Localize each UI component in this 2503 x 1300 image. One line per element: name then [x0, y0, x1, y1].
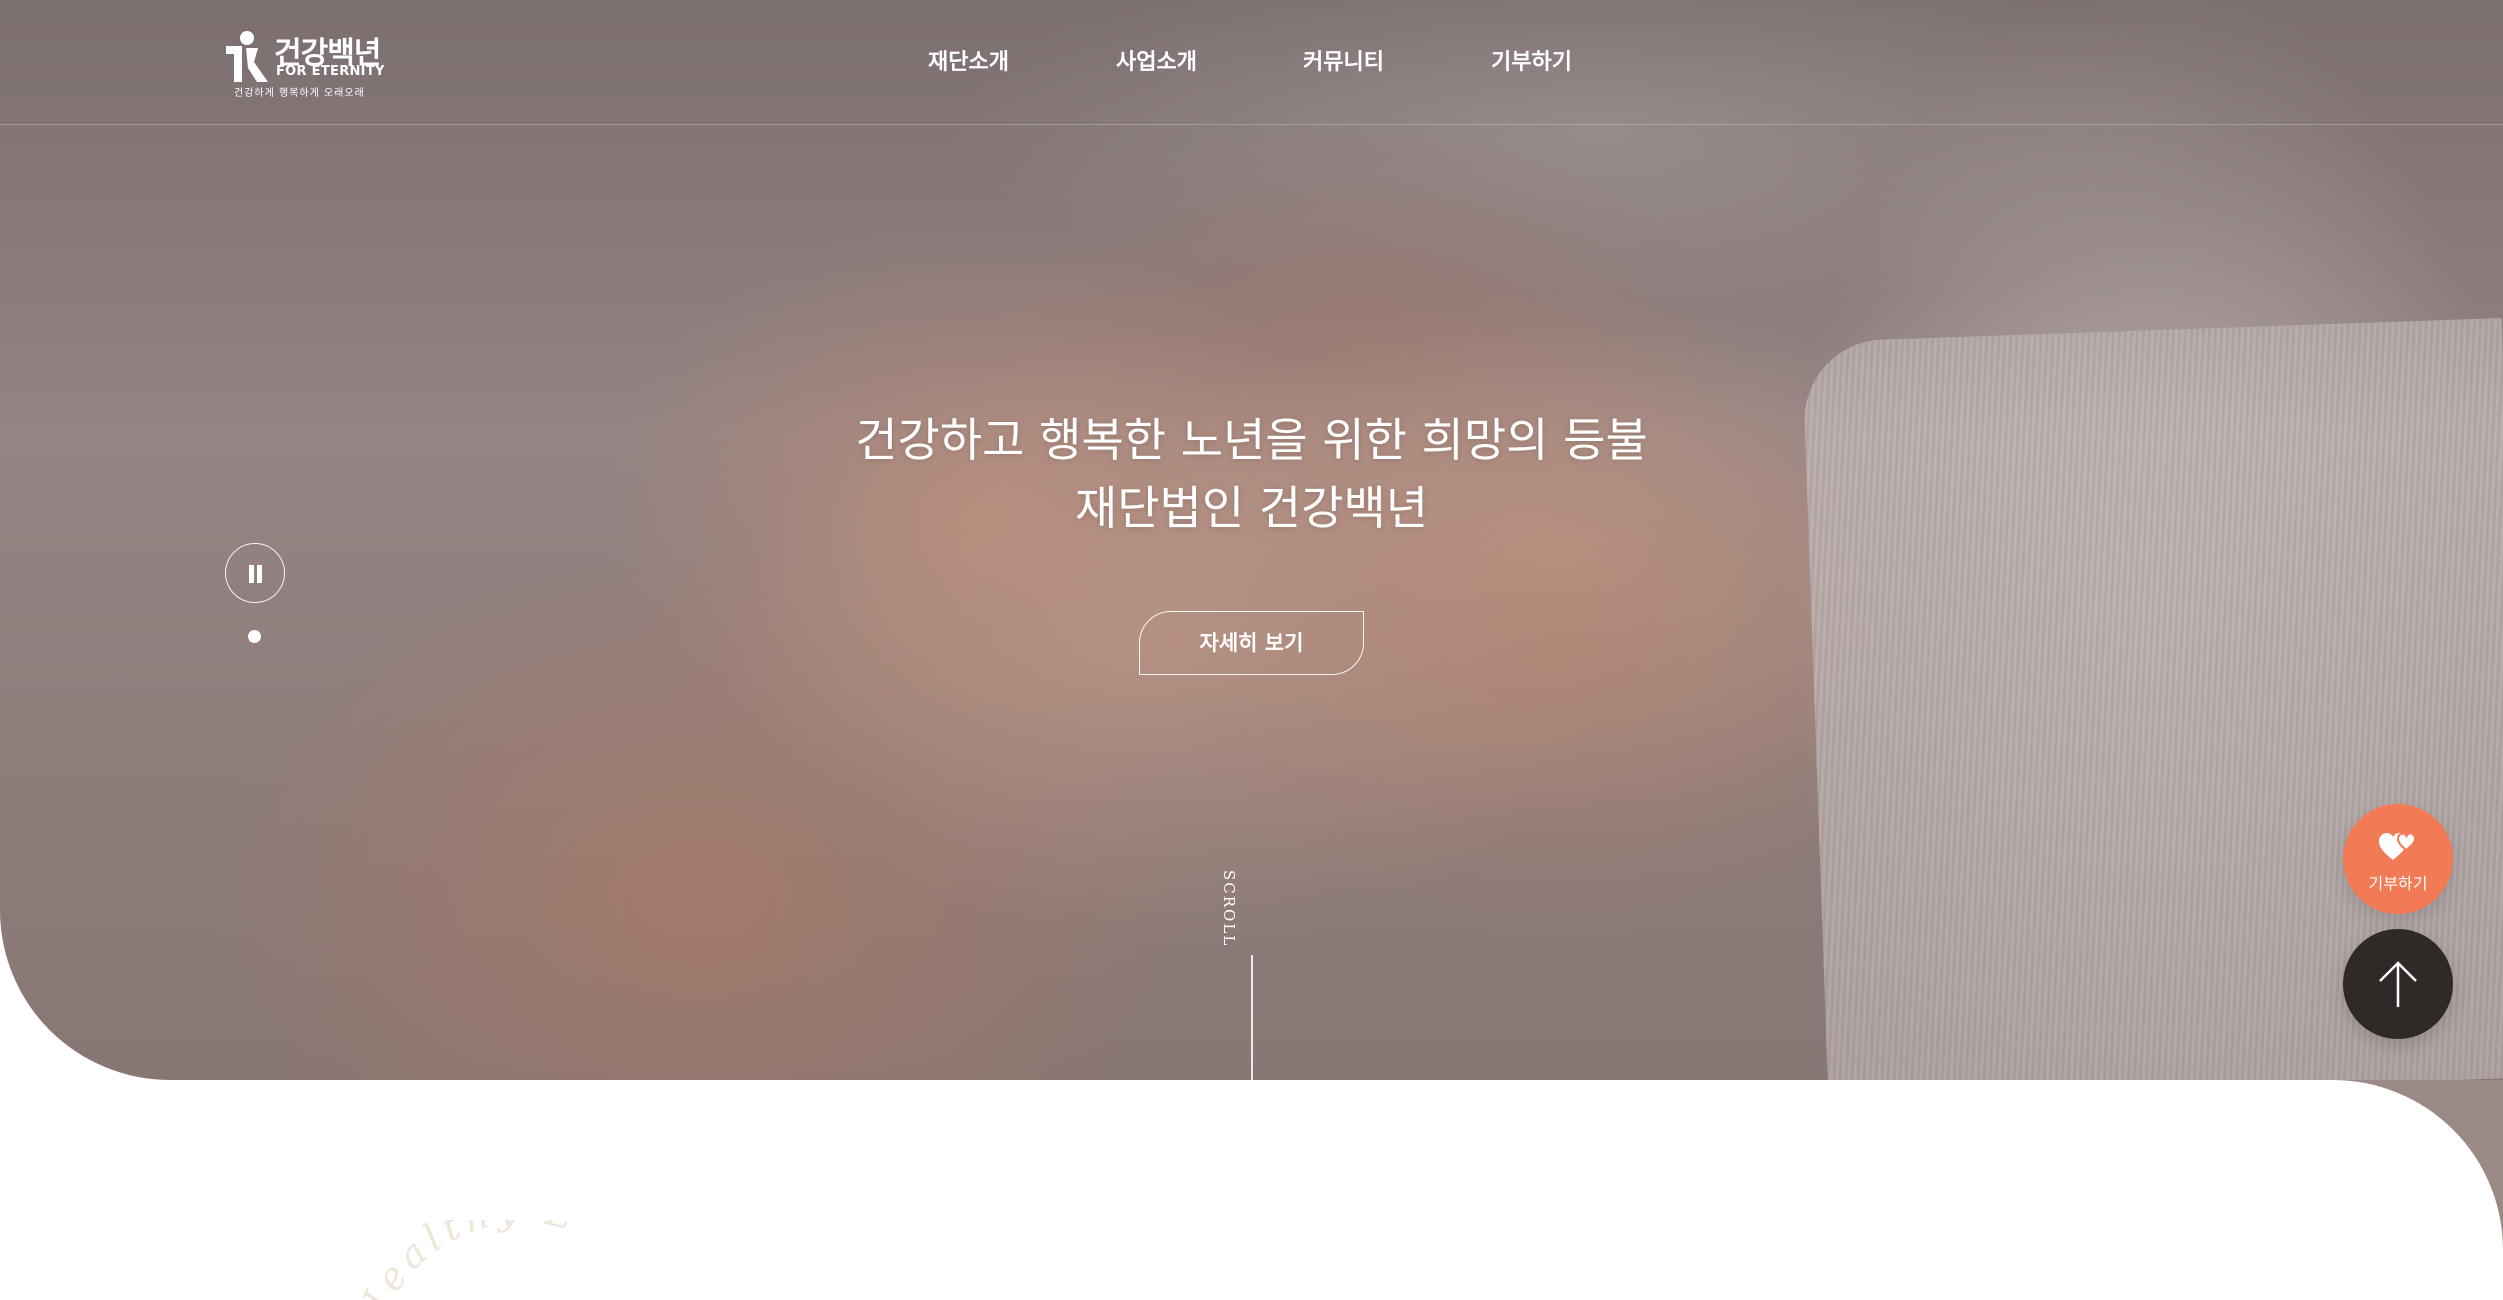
decorative-arc-text: Healthy L — [360, 1220, 582, 1300]
svg-text:Healthy L: Healthy L — [360, 1220, 582, 1300]
nav-item-business[interactable]: 사업소개 — [1116, 44, 1197, 76]
site-header: 건강백년 FOR ETERNITY 건강하게 행복하게 오래오래 재단소개 사업… — [0, 0, 2503, 125]
donate-floating-label: 기부하기 — [2368, 874, 2428, 893]
slider-dot-active[interactable] — [248, 630, 261, 643]
logo-english: FOR ETERNITY — [276, 64, 385, 79]
pause-icon — [249, 565, 254, 583]
donate-floating-button[interactable]: 기부하기 — [2343, 804, 2453, 914]
logo-tagline: 건강하게 행복하게 오래오래 — [234, 88, 365, 99]
hero-title-line1: 건강하고 행복한 노년을 위한 희망의 등불 — [855, 413, 1648, 467]
arc-text: Healthy L — [360, 1220, 576, 1300]
detail-button[interactable]: 자세히 보기 — [1139, 611, 1364, 675]
logo-person-icon — [226, 31, 268, 82]
site-logo[interactable]: 건강백년 FOR ETERNITY 건강하게 행복하게 오래오래 — [224, 28, 384, 100]
nav-item-foundation[interactable]: 재단소개 — [928, 44, 1009, 76]
hero-banner: 건강하고 행복한 노년을 위한 희망의 등불 재단법인 건강백년 자세히 보기 … — [0, 0, 2503, 1080]
section-curve — [2333, 1080, 2503, 1250]
scroll-indicator-line — [1251, 955, 1253, 1080]
hero-title-line2: 재단법인 건강백년 — [1074, 481, 1429, 535]
arrow-up-icon — [2379, 961, 2417, 1007]
nav-item-community[interactable]: 커뮤니티 — [1303, 44, 1384, 76]
pause-icon-bar — [257, 565, 262, 583]
nav-item-donate[interactable]: 기부하기 — [1491, 44, 1572, 76]
slider-pause-button[interactable] — [225, 543, 285, 603]
hearts-icon — [2379, 832, 2417, 860]
scroll-indicator-label: SCROLL — [1220, 870, 1238, 948]
scroll-top-button[interactable] — [2343, 929, 2453, 1039]
